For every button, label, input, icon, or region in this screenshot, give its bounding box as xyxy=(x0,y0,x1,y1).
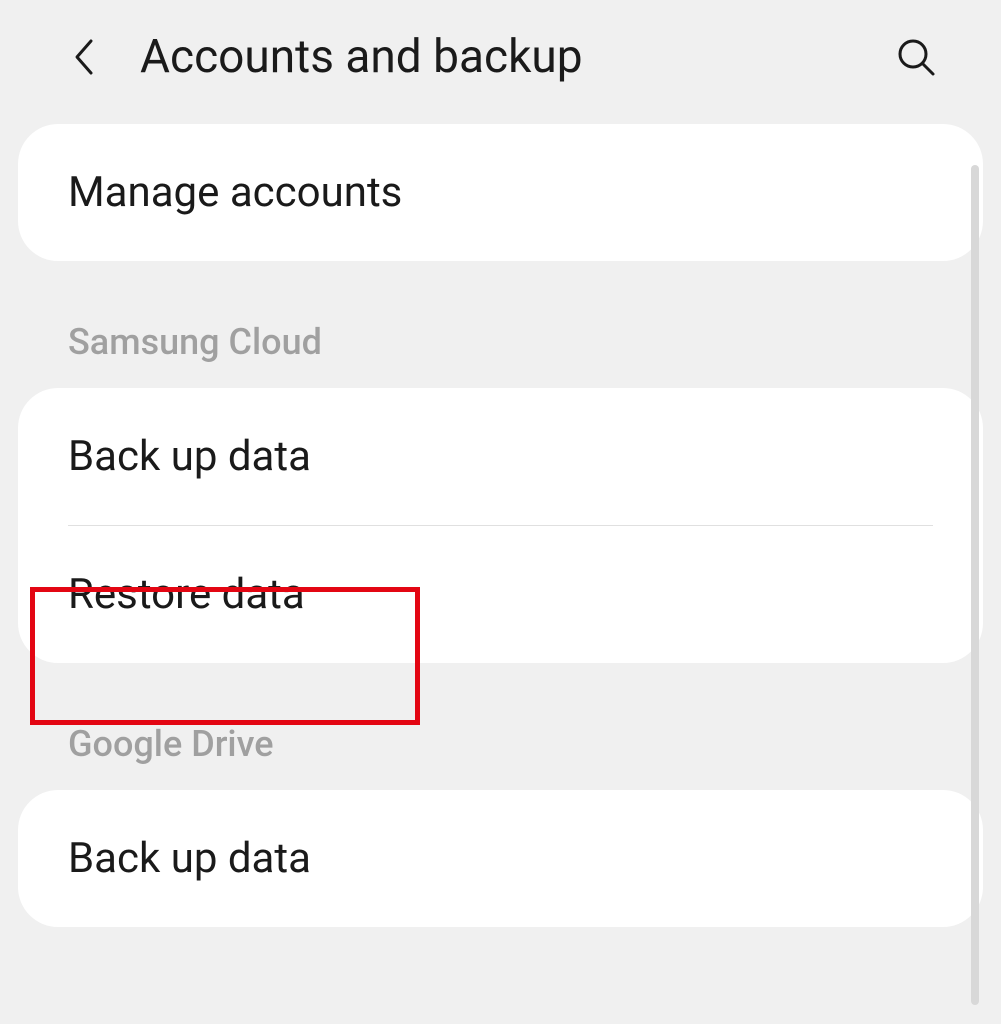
chevron-left-icon xyxy=(71,37,99,77)
back-button[interactable] xyxy=(60,32,110,82)
samsung-restore-item[interactable]: Restore data xyxy=(18,526,983,663)
accounts-card: Manage accounts xyxy=(18,124,983,261)
samsung-backup-item[interactable]: Back up data xyxy=(18,388,983,525)
search-icon xyxy=(896,37,936,77)
search-button[interactable] xyxy=(891,32,941,82)
samsung-cloud-card: Back up data Restore data xyxy=(18,388,983,663)
google-backup-item[interactable]: Back up data xyxy=(18,790,983,927)
scrollbar[interactable] xyxy=(971,165,979,1005)
samsung-cloud-header: Samsung Cloud xyxy=(18,291,983,388)
page-title: Accounts and backup xyxy=(140,30,891,84)
content: Manage accounts Samsung Cloud Back up da… xyxy=(0,124,1001,927)
manage-accounts-item[interactable]: Manage accounts xyxy=(18,124,983,261)
google-drive-header: Google Drive xyxy=(18,693,983,790)
google-drive-card: Back up data xyxy=(18,790,983,927)
header: Accounts and backup xyxy=(0,0,1001,124)
